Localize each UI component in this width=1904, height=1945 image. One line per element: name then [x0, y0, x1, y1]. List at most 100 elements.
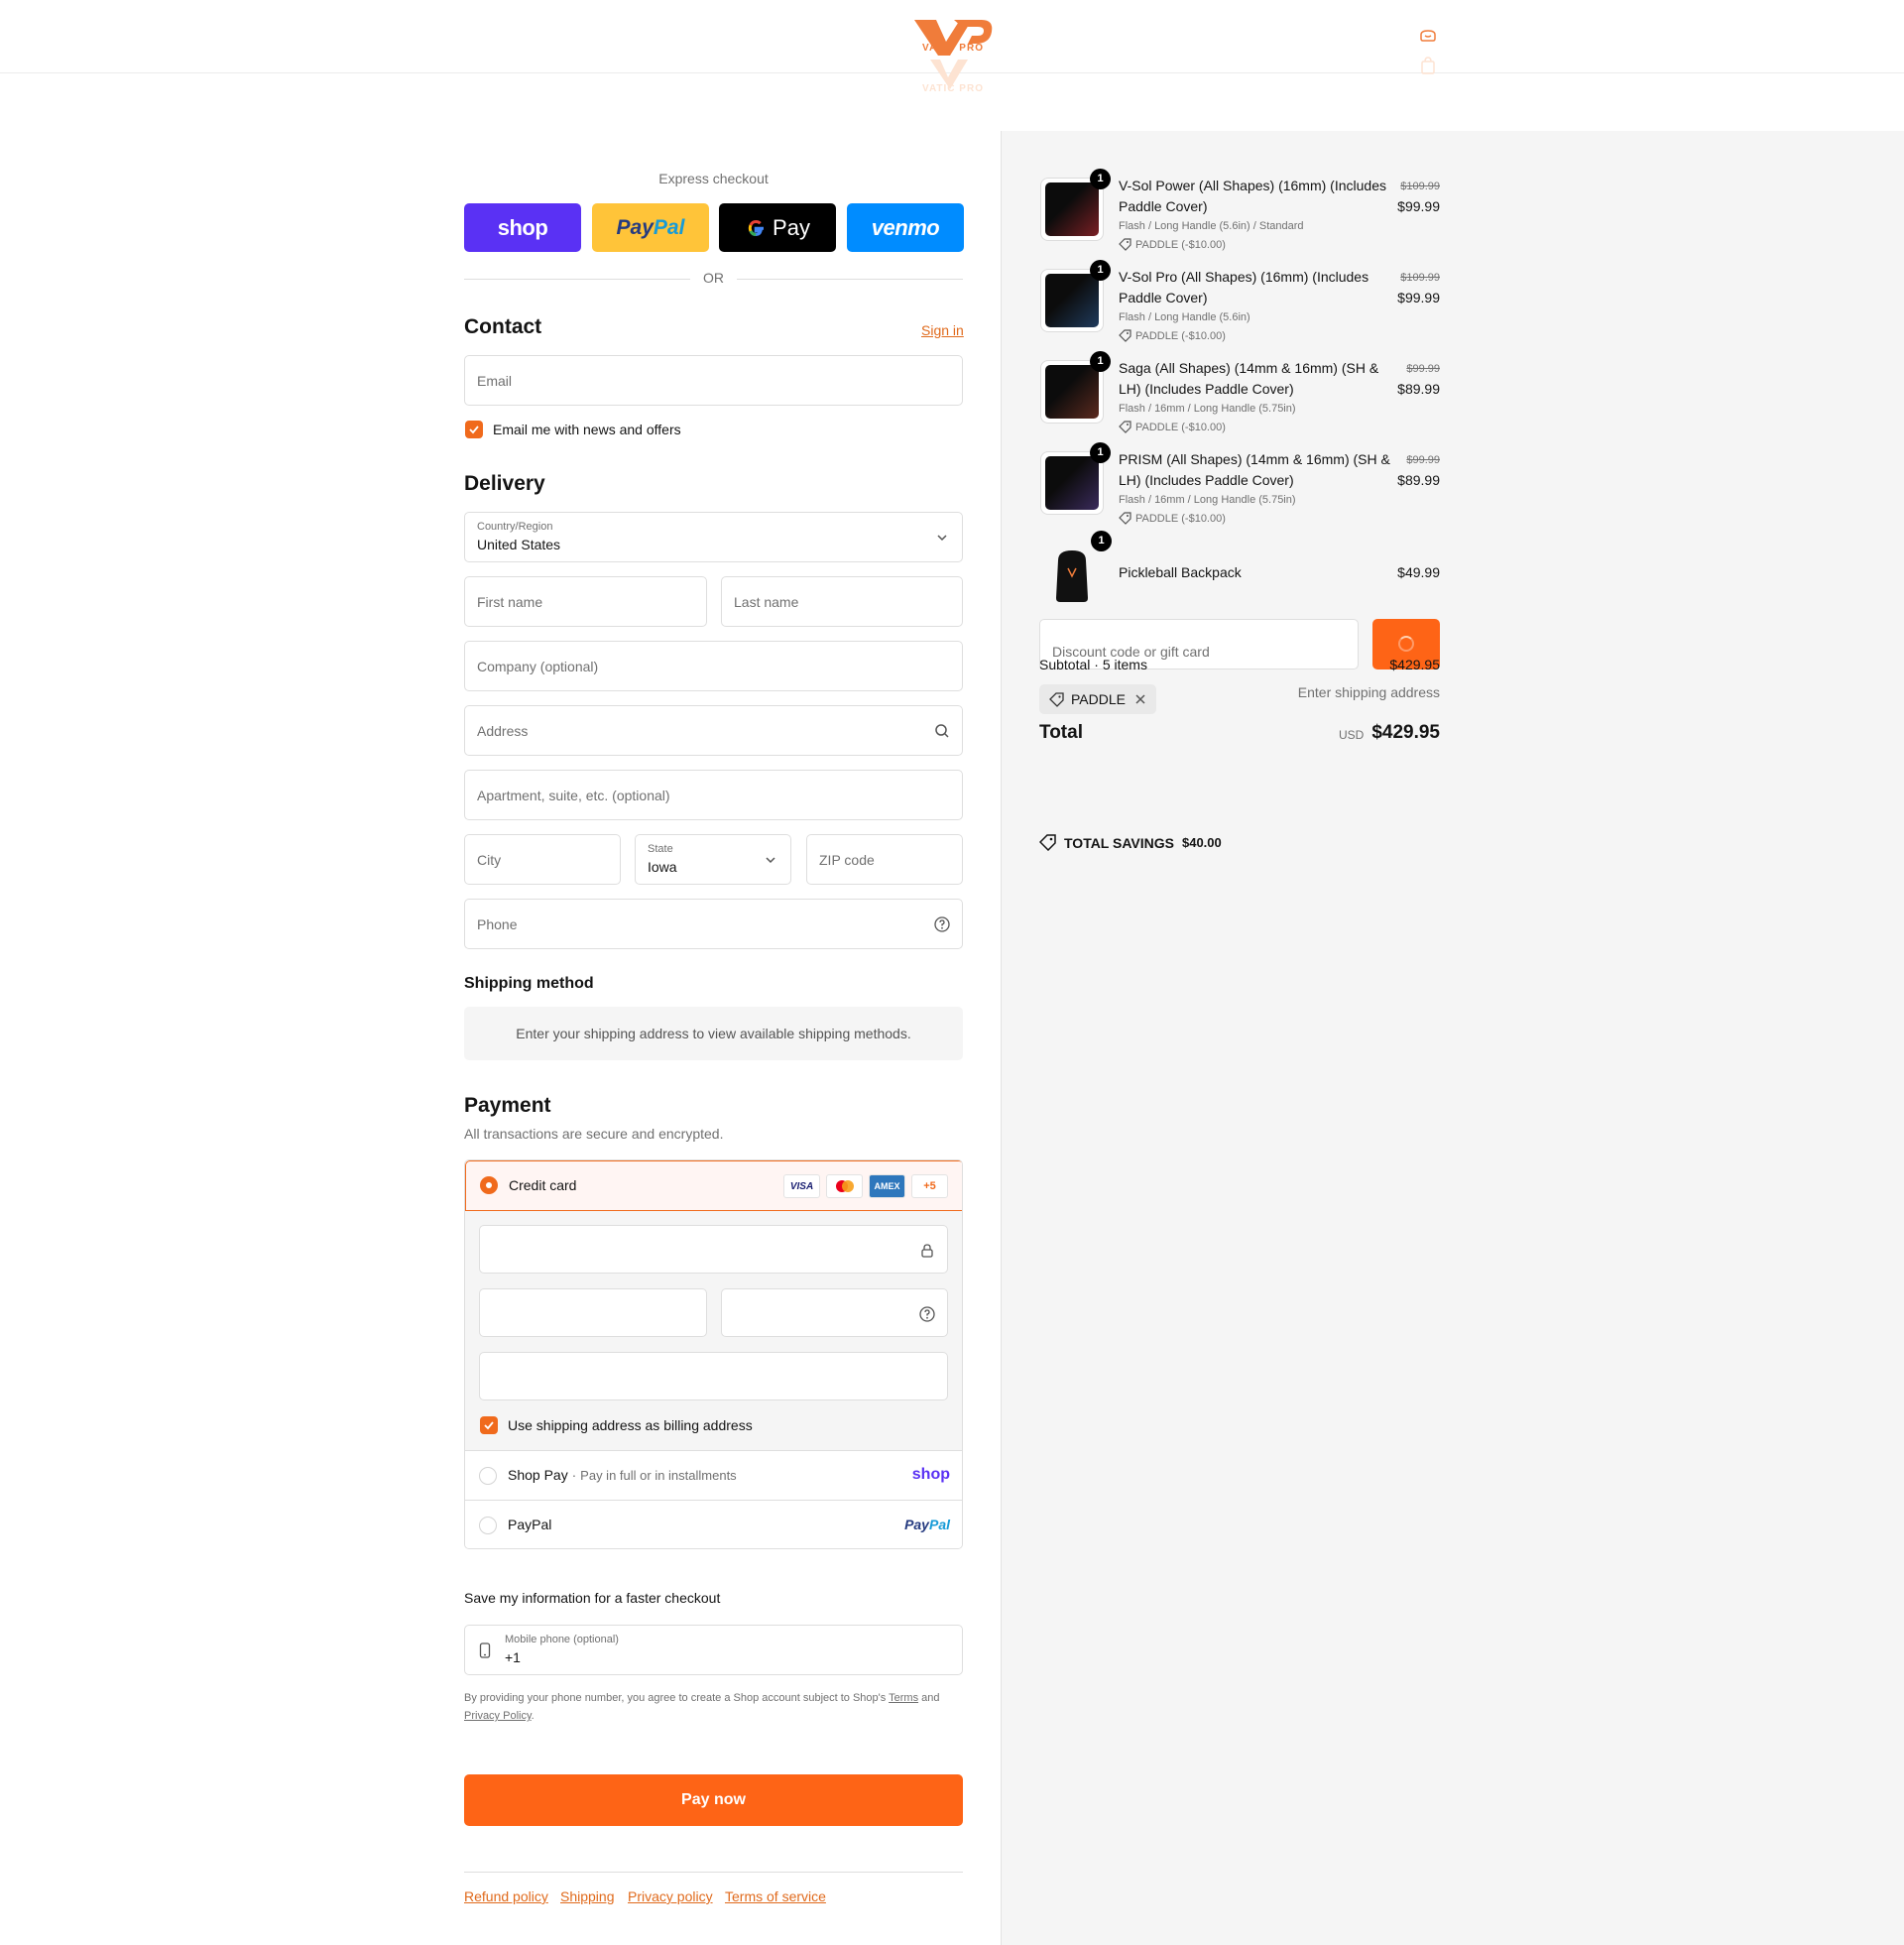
lock-icon	[921, 1244, 933, 1258]
billing-address-label: Use shipping address as billing address	[508, 1417, 753, 1433]
terms-of-service-link[interactable]: Terms of service	[725, 1888, 826, 1904]
google-pay-express-button[interactable]: Pay	[719, 203, 836, 252]
express-checkout-label: Express checkout	[658, 171, 769, 186]
footer-divider	[464, 1872, 963, 1873]
security-code-field[interactable]	[721, 1288, 948, 1337]
paypal-radio[interactable]	[479, 1517, 497, 1534]
tag-icon	[1119, 329, 1131, 342]
credit-card-form: Use shipping address as billing address	[465, 1211, 962, 1451]
mobile-phone-icon	[479, 1642, 491, 1658]
item-compare-price: $99.99	[1406, 454, 1440, 466]
product-image	[1045, 182, 1099, 236]
address-field[interactable]: Address	[464, 705, 963, 756]
quantity-badge: 1	[1090, 442, 1111, 463]
apartment-field[interactable]: Apartment, suite, etc. (optional)	[464, 770, 963, 820]
first-name-field[interactable]: First name	[464, 576, 707, 627]
item-variant: Flash / Long Handle (5.6in) / Standard	[1119, 220, 1304, 232]
terms-link[interactable]: Terms	[889, 1692, 918, 1704]
refund-policy-link[interactable]: Refund policy	[464, 1888, 548, 1904]
contact-title: Contact	[464, 315, 542, 338]
item-name: V-Sol Pro (All Shapes) (16mm) (Includes …	[1119, 269, 1369, 305]
state-select[interactable]: State Iowa	[635, 834, 791, 885]
subtotal-value: $429.95	[1389, 657, 1440, 672]
item-name: V-Sol Power (All Shapes) (16mm) (Include…	[1119, 178, 1386, 214]
credit-card-option[interactable]: Credit card VISA AMEX +5	[465, 1160, 962, 1211]
close-icon[interactable]	[1134, 693, 1146, 705]
shipping-policy-link[interactable]: Shipping	[560, 1888, 615, 1904]
chevron-down-icon	[937, 535, 947, 542]
item-discount: PADDLE (-$10.00)	[1119, 329, 1226, 342]
account-icon[interactable]	[1418, 26, 1438, 46]
last-name-field[interactable]: Last name	[721, 576, 963, 627]
paypal-logo: PayPal	[904, 1517, 950, 1532]
item-name: Pickleball Backpack	[1119, 564, 1242, 580]
item-discount: PADDLE (-$10.00)	[1119, 421, 1226, 433]
email-field[interactable]: Email	[464, 355, 963, 406]
name-on-card-field[interactable]	[479, 1352, 948, 1400]
quantity-badge: 1	[1090, 169, 1111, 189]
product-thumbnail: 1	[1040, 442, 1111, 515]
quantity-badge: 1	[1090, 351, 1111, 372]
help-icon[interactable]	[934, 916, 950, 932]
shop-pay-radio[interactable]	[479, 1467, 497, 1485]
or-divider: OR	[464, 270, 963, 288]
billing-address-checkbox[interactable]	[480, 1416, 498, 1434]
product-image	[1045, 456, 1099, 510]
shipping-method-title: Shipping method	[464, 975, 594, 992]
chevron-down-icon	[766, 857, 775, 864]
card-number-field[interactable]	[479, 1225, 948, 1274]
news-offers-checkbox[interactable]	[465, 421, 483, 438]
subtotal-label: Subtotal · 5 items	[1039, 657, 1147, 672]
item-discount: PADDLE (-$10.00)	[1119, 238, 1226, 251]
total-label: Total	[1039, 722, 1083, 743]
shop-pay-express-button[interactable]: shop	[464, 203, 581, 252]
tag-icon	[1119, 238, 1131, 251]
product-thumbnail: 1	[1040, 169, 1111, 241]
help-icon[interactable]	[919, 1306, 935, 1322]
bag-icon[interactable]	[1418, 56, 1438, 75]
zip-field[interactable]: ZIP code	[806, 834, 963, 885]
mastercard-icon	[826, 1174, 863, 1198]
checkmark-icon	[469, 425, 479, 434]
item-price: $99.99	[1397, 198, 1440, 214]
venmo-express-button[interactable]: venmo	[847, 203, 964, 252]
currency-code: USD	[1339, 728, 1365, 742]
privacy-policy-link[interactable]: Privacy Policy	[464, 1710, 532, 1722]
item-variant: Flash / 16mm / Long Handle (5.75in)	[1119, 403, 1296, 415]
shop-pay-logo: shop	[911, 1466, 950, 1483]
paypal-express-button[interactable]: Pay Pal	[592, 203, 709, 252]
mobile-phone-field[interactable]: Mobile phone (optional) +1	[464, 1625, 963, 1675]
news-offers-label: Email me with news and offers	[493, 422, 681, 437]
item-variant: Flash / Long Handle (5.6in)	[1119, 311, 1250, 323]
paypal-option[interactable]: PayPal PayPal	[465, 1500, 962, 1548]
brand-logo-text: VATIC PRO	[922, 43, 984, 54]
quantity-badge: 1	[1090, 260, 1111, 281]
country-select[interactable]: Country/Region United States	[464, 512, 963, 562]
quantity-badge: 1	[1091, 531, 1112, 551]
total-savings: TOTAL SAVINGS $40.00	[1039, 834, 1222, 851]
shop-pay-option[interactable]: Shop Pay · Pay in full or in installment…	[465, 1450, 962, 1500]
sign-in-link[interactable]: Sign in	[921, 322, 964, 338]
applied-discount-chip: PADDLE	[1039, 684, 1156, 714]
company-field[interactable]: Company (optional)	[464, 641, 963, 691]
city-field[interactable]: City	[464, 834, 621, 885]
product-thumbnail: 1	[1040, 531, 1112, 604]
pay-now-button[interactable]: Pay now	[464, 1774, 963, 1826]
item-price: $49.99	[1397, 564, 1440, 580]
backpack-image	[1056, 550, 1088, 602]
phone-field[interactable]: Phone	[464, 899, 963, 949]
item-price: $99.99	[1397, 290, 1440, 305]
item-name: Saga (All Shapes) (14mm & 16mm) (SH & LH…	[1119, 360, 1379, 397]
loading-spinner-icon	[1398, 636, 1414, 652]
delivery-title: Delivery	[464, 472, 545, 495]
privacy-policy-footer-link[interactable]: Privacy policy	[628, 1888, 713, 1904]
tag-icon	[1119, 512, 1131, 525]
item-variant: Flash / 16mm / Long Handle (5.75in)	[1119, 494, 1296, 506]
payment-subtitle: All transactions are secure and encrypte…	[464, 1126, 724, 1142]
expiration-date-field[interactable]	[479, 1288, 707, 1337]
product-image	[1045, 274, 1099, 327]
credit-card-radio[interactable]	[480, 1176, 498, 1194]
product-image	[1045, 365, 1099, 419]
tag-icon	[1049, 692, 1064, 707]
tag-icon	[1119, 421, 1131, 433]
